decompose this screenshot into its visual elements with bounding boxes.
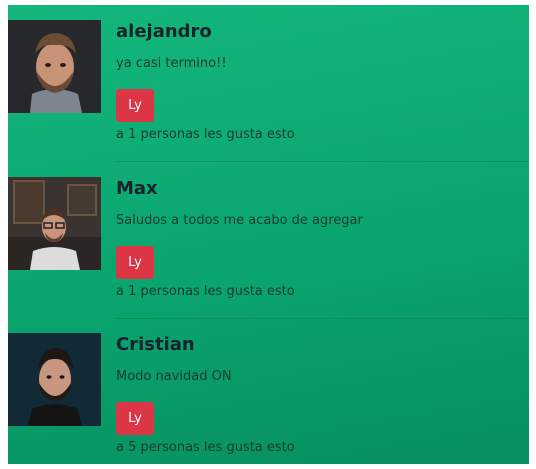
post-author-name: alejandro [116, 21, 212, 42]
avatar-photo [8, 333, 101, 426]
like-button[interactable]: Ly [116, 246, 154, 279]
post-message: Modo navidad ON [116, 369, 232, 384]
post-message: Saludos a todos me acabo de agregar [116, 213, 363, 228]
like-button[interactable]: Ly [116, 89, 154, 122]
post-author-name: Max [116, 178, 158, 199]
post-author-name: Cristian [116, 334, 195, 355]
like-button[interactable]: Ly [116, 402, 154, 435]
post-item: Max Saludos a todos me acabo de agregar … [8, 162, 529, 312]
avatar-photo [8, 177, 101, 270]
likes-count-text: a 5 personas les gusta esto [116, 440, 295, 455]
likes-count-text: a 1 personas les gusta esto [116, 127, 295, 142]
post-message: ya casi termino!! [116, 56, 227, 71]
feed-panel: alejandro ya casi termino!! Ly a 1 perso… [8, 5, 529, 464]
likes-count-text: a 1 personas les gusta esto [116, 284, 295, 299]
post-item: Cristian Modo navidad ON Ly a 5 personas… [8, 318, 529, 464]
avatar-photo [8, 20, 101, 113]
post-item: alejandro ya casi termino!! Ly a 1 perso… [8, 5, 529, 155]
